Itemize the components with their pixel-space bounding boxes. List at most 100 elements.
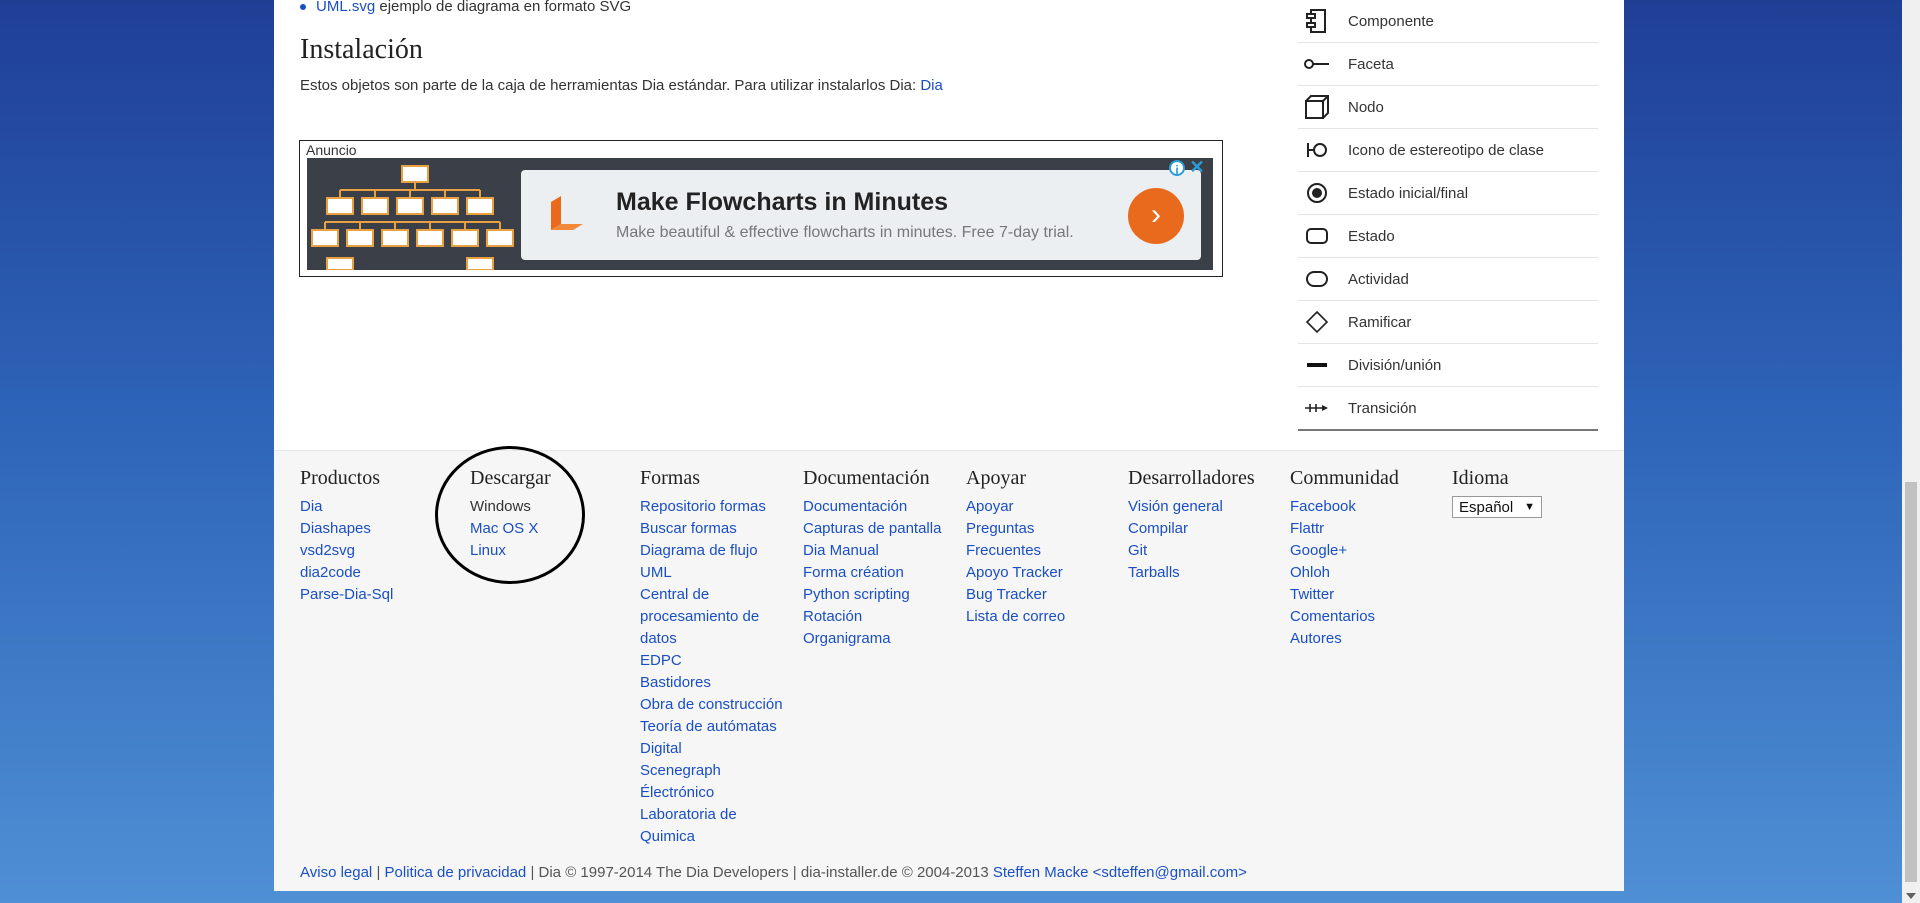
footer-link[interactable]: UML: [640, 562, 783, 584]
footer-col-descargar: Descargar Windows Mac OS X Linux: [470, 467, 551, 562]
footer-link[interactable]: Lista de correo: [966, 606, 1065, 628]
footer-heading: Formas: [640, 467, 700, 489]
uml-svg-bullet: UML.svg ejemplo de diagrama en formato S…: [300, 0, 631, 15]
footer-link[interactable]: Preguntas: [966, 518, 1065, 540]
scrollbar-thumb[interactable]: [1905, 482, 1917, 882]
language-selected: Español: [1459, 498, 1514, 516]
activity-icon: [1304, 266, 1330, 292]
footer-link[interactable]: Teoría de autómatas: [640, 716, 783, 738]
download-windows-link[interactable]: Windows: [470, 496, 551, 518]
privacy-policy-link[interactable]: Politica de privacidad: [385, 864, 527, 881]
footer-link[interactable]: Apoyar: [966, 496, 1065, 518]
footer-heading: Apoyar: [966, 467, 1026, 489]
chevron-down-icon: ▼: [1524, 501, 1535, 513]
footer-link[interactable]: Rotación: [803, 606, 941, 628]
footer-link[interactable]: Parse-Dia-Sql: [300, 584, 393, 606]
footer-link[interactable]: Google+: [1290, 540, 1399, 562]
footer-link[interactable]: Compilar: [1128, 518, 1255, 540]
install-paragraph: Estos objetos son parte de la caja de he…: [300, 77, 943, 94]
footer-link[interactable]: Scenegraph: [640, 760, 783, 782]
footer-link[interactable]: Diagrama de flujo: [640, 540, 783, 562]
footer-link[interactable]: Diashapes: [300, 518, 393, 540]
shape-item-componente[interactable]: Componente: [1298, 0, 1598, 43]
footer-link[interactable]: Frecuentes: [966, 540, 1065, 562]
footer-link[interactable]: Capturas de pantalla: [803, 518, 941, 540]
footer-link[interactable]: Documentación: [803, 496, 941, 518]
shape-item-estado[interactable]: Estado: [1298, 215, 1598, 258]
footer-link[interactable]: Organigrama: [803, 628, 941, 650]
shape-label: División/unión: [1348, 356, 1442, 374]
footer-link[interactable]: Bug Tracker: [966, 584, 1065, 606]
footer-link[interactable]: Central de: [640, 584, 783, 606]
footer-link[interactable]: Dia: [300, 496, 393, 518]
ad-close-icon[interactable]: ✕: [1189, 158, 1205, 176]
shape-item-faceta[interactable]: Faceta: [1298, 43, 1598, 86]
download-linux-link[interactable]: Linux: [470, 540, 551, 562]
shape-item-actividad[interactable]: Actividad: [1298, 258, 1598, 301]
footer-link[interactable]: Digital: [640, 738, 783, 760]
shape-item-estado-inicial[interactable]: Estado inicial/final: [1298, 172, 1598, 215]
separator: |: [376, 864, 381, 881]
bullet-text: ejemplo de diagrama en formato SVG: [379, 0, 632, 15]
install-dia-link[interactable]: Dia: [920, 77, 943, 94]
uml-svg-link[interactable]: UML.svg: [316, 0, 375, 15]
footer-link[interactable]: Apoyo Tracker: [966, 562, 1065, 584]
footer-link[interactable]: Tarballs: [1128, 562, 1255, 584]
download-macos-link[interactable]: Mac OS X: [470, 518, 551, 540]
footer-heading: Idioma: [1452, 467, 1509, 489]
scroll-down-icon[interactable]: [1906, 893, 1916, 899]
footer-link[interactable]: Quimica: [640, 826, 783, 848]
shape-label: Faceta: [1348, 55, 1394, 73]
ad-go-button[interactable]: ›: [1128, 188, 1184, 244]
footer-link[interactable]: Laboratoria de: [640, 804, 783, 826]
shape-item-division-union[interactable]: División/unión: [1298, 344, 1598, 387]
footer-link[interactable]: datos: [640, 628, 783, 650]
footer-link[interactable]: Buscar formas: [640, 518, 783, 540]
vertical-scrollbar[interactable]: [1902, 0, 1920, 903]
footer-link[interactable]: Twitter: [1290, 584, 1399, 606]
component-icon: [1304, 8, 1330, 34]
language-select[interactable]: Español ▼: [1452, 496, 1542, 518]
footer-link[interactable]: Forma création: [803, 562, 941, 584]
footer-heading: Productos: [300, 467, 380, 489]
footer-link[interactable]: Bastidores: [640, 672, 783, 694]
footer-link[interactable]: Comentarios: [1290, 606, 1399, 628]
footer-link[interactable]: Repositorio formas: [640, 496, 783, 518]
ad-card[interactable]: Make Flowcharts in Minutes Make beautifu…: [521, 170, 1201, 260]
footer-link[interactable]: procesamiento de: [640, 606, 783, 628]
author-link[interactable]: Steffen Macke <sdteffen@gmail.com>: [993, 864, 1247, 881]
footer-heading: Documentación: [803, 467, 930, 489]
ad-label: Anuncio: [306, 142, 357, 158]
footer-link[interactable]: vsd2svg: [300, 540, 393, 562]
footer-link[interactable]: Python scripting: [803, 584, 941, 606]
footer-link[interactable]: dia2code: [300, 562, 393, 584]
footer-link[interactable]: Dia Manual: [803, 540, 941, 562]
facet-icon: [1304, 51, 1330, 77]
ad-banner[interactable]: Make Flowcharts in Minutes Make beautifu…: [307, 158, 1213, 270]
shape-label: Ramificar: [1348, 313, 1412, 331]
shape-item-estereotipo[interactable]: Icono de estereotipo de clase: [1298, 129, 1598, 172]
footer-link[interactable]: Électrónico: [640, 782, 783, 804]
footer-link[interactable]: Ohloh: [1290, 562, 1399, 584]
footer-link[interactable]: Git: [1128, 540, 1255, 562]
footer-link[interactable]: Obra de construcción: [640, 694, 783, 716]
footer: Productos Dia Diashapes vsd2svg dia2code…: [274, 446, 1624, 891]
ad-headline: Make Flowcharts in Minutes: [616, 188, 949, 216]
shape-label: Icono de estereotipo de clase: [1348, 141, 1544, 159]
footer-link[interactable]: Visión general: [1128, 496, 1255, 518]
footer-link[interactable]: Autores: [1290, 628, 1399, 650]
footer-heading: Communidad: [1290, 467, 1399, 489]
shape-label: Estado: [1348, 227, 1395, 245]
footer-link[interactable]: EDPC: [640, 650, 783, 672]
advertisement: Anuncio Make Flowcharts in Minutes Make …: [299, 140, 1223, 277]
shape-item-ramificar[interactable]: Ramificar: [1298, 301, 1598, 344]
ad-info-icon[interactable]: i: [1169, 160, 1185, 177]
footer-link[interactable]: Facebook: [1290, 496, 1399, 518]
footer-bottom-line: Aviso legal | Politica de privacidad | D…: [300, 864, 1247, 881]
flowchart-illustration: [311, 165, 514, 270]
shape-item-nodo[interactable]: Nodo: [1298, 86, 1598, 129]
aviso-legal-link[interactable]: Aviso legal: [300, 864, 372, 881]
shape-list: Componente Faceta Nodo Icono de estereot…: [1298, 0, 1598, 431]
shape-item-transicion[interactable]: Transición: [1298, 387, 1598, 431]
footer-link[interactable]: Flattr: [1290, 518, 1399, 540]
